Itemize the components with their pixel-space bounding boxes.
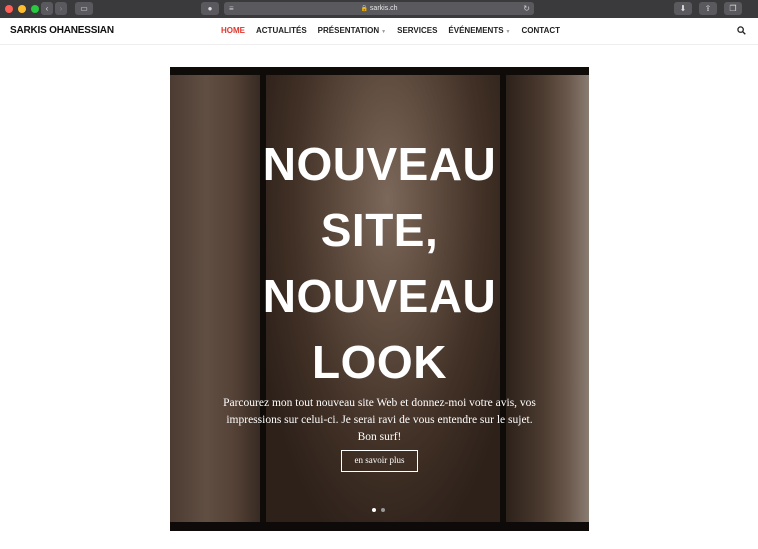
- close-window-button[interactable]: [5, 5, 13, 13]
- learn-more-button[interactable]: en savoir plus: [341, 450, 418, 472]
- address-bar[interactable]: ≡ 🔒 sarkis.ch ↻: [224, 2, 534, 15]
- hero-description: Parcourez mon tout nouveau site Web et d…: [223, 397, 536, 443]
- zoom-window-button[interactable]: [31, 5, 39, 13]
- hero-slider: NOUVEAU SITE, NOUVEAU LOOK Parcourez mon…: [170, 67, 589, 531]
- tabs-overview-icon[interactable]: ❐: [724, 2, 742, 15]
- site-logo[interactable]: SARKIS OHANESSIAN: [10, 25, 114, 36]
- back-button[interactable]: ‹: [41, 2, 53, 15]
- forward-button[interactable]: ›: [55, 2, 67, 15]
- slide-dot-2[interactable]: [381, 508, 385, 512]
- slide-dot-1[interactable]: [372, 508, 376, 512]
- chevron-down-icon: ▼: [505, 29, 511, 35]
- nav-actualites[interactable]: ACTUALITÉS: [256, 26, 307, 35]
- reader-icon[interactable]: ≡: [229, 2, 234, 15]
- nav-services[interactable]: SERVICES: [397, 26, 437, 35]
- privacy-shield-icon[interactable]: ●: [201, 2, 219, 15]
- hero-title: NOUVEAU SITE, NOUVEAU LOOK: [262, 138, 497, 388]
- browser-toolbar: ‹ › ▭ ● ≡ 🔒 sarkis.ch ↻ ⬇ ⇪ ❐: [0, 0, 758, 18]
- chevron-down-icon: ▼: [381, 29, 387, 35]
- reload-icon[interactable]: ↻: [523, 2, 530, 15]
- nav-presentation[interactable]: PRÉSENTATION ▼: [318, 26, 386, 35]
- nav-evenements[interactable]: ÉVÉNEMENTS ▼: [448, 26, 510, 35]
- search-icon[interactable]: [737, 26, 746, 35]
- lock-icon: 🔒: [360, 6, 368, 12]
- window-controls: [5, 5, 39, 13]
- slider-pagination: [372, 508, 385, 512]
- nav-home[interactable]: HOME: [221, 26, 245, 35]
- downloads-icon[interactable]: ⬇: [674, 2, 692, 15]
- minimize-window-button[interactable]: [18, 5, 26, 13]
- site-header: SARKIS OHANESSIAN HOME ACTUALITÉS PRÉSEN…: [0, 18, 758, 45]
- url-text: sarkis.ch: [369, 5, 398, 12]
- nav-contact[interactable]: CONTACT: [522, 26, 561, 35]
- main-nav: HOME ACTUALITÉS PRÉSENTATION ▼ SERVICES É…: [221, 26, 560, 35]
- sidebar-toggle-icon[interactable]: ▭: [75, 2, 93, 15]
- share-icon[interactable]: ⇪: [699, 2, 717, 15]
